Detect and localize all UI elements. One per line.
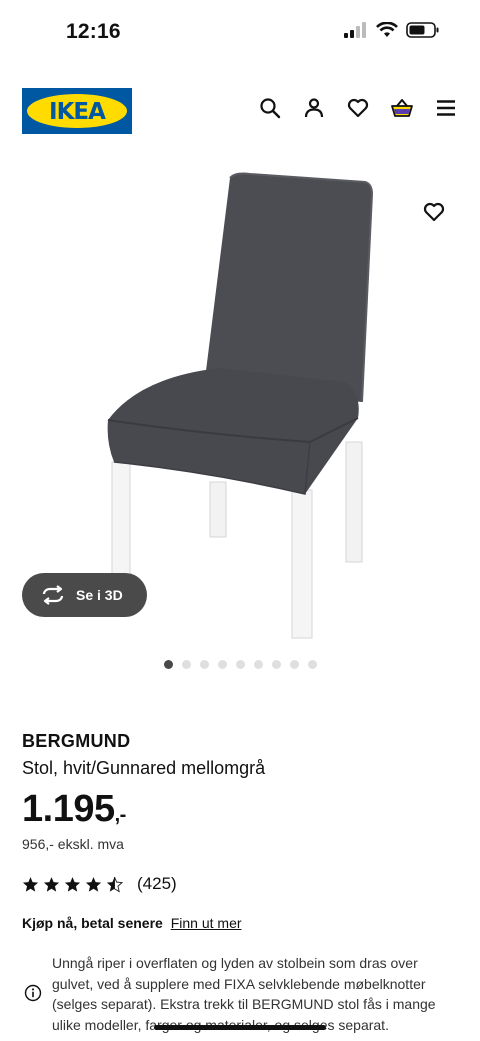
battery-icon bbox=[406, 22, 439, 38]
search-icon[interactable] bbox=[258, 96, 282, 120]
gallery-dot[interactable] bbox=[236, 660, 245, 669]
rating-count: (425) bbox=[137, 874, 177, 893]
status-bar: 12:16 bbox=[0, 0, 480, 64]
product-description: Stol, hvit/Gunnared mellomgrå bbox=[22, 758, 266, 778]
ikea-logo[interactable]: IKEA bbox=[22, 88, 132, 134]
view-in-3d-button[interactable]: Se i 3D bbox=[22, 573, 147, 617]
gallery-dot-active[interactable] bbox=[164, 660, 173, 669]
info-icon bbox=[24, 984, 42, 1002]
star-full-icon bbox=[22, 876, 39, 892]
product-rating[interactable]: (425) bbox=[22, 874, 177, 894]
price-suffix: ,- bbox=[114, 804, 127, 826]
view-in-3d-label: Se i 3D bbox=[76, 587, 123, 603]
star-full-icon bbox=[85, 876, 102, 892]
gallery-pagination bbox=[164, 660, 317, 669]
gallery-dot[interactable] bbox=[308, 660, 317, 669]
financing-label: Kjøp nå, betal senere bbox=[22, 915, 163, 931]
gallery-dot[interactable] bbox=[290, 660, 299, 669]
star-full-icon bbox=[64, 876, 81, 892]
cellular-signal-icon bbox=[344, 22, 366, 38]
status-icons bbox=[344, 22, 440, 38]
price-amount: 1.195 bbox=[22, 788, 115, 830]
site-header: IKEA bbox=[0, 86, 480, 136]
favorite-heart-icon[interactable] bbox=[422, 200, 446, 224]
home-indicator[interactable] bbox=[154, 1025, 326, 1030]
product-price: 1.195,- bbox=[22, 788, 126, 831]
logo-text: IKEA bbox=[49, 99, 106, 125]
financing-info: Kjøp nå, betal senere Finn ut mer bbox=[22, 915, 242, 931]
heart-icon[interactable] bbox=[346, 96, 370, 120]
product-name: BERGMUND bbox=[22, 731, 131, 751]
gallery-dot[interactable] bbox=[200, 660, 209, 669]
price-excl-vat: 956,- ekskl. mva bbox=[22, 836, 124, 852]
basket-icon[interactable] bbox=[390, 96, 414, 120]
financing-link[interactable]: Finn ut mer bbox=[171, 915, 242, 931]
star-full-icon bbox=[43, 876, 60, 892]
wifi-icon bbox=[376, 22, 398, 37]
gallery-dot[interactable] bbox=[182, 660, 191, 669]
gallery-dot[interactable] bbox=[272, 660, 281, 669]
product-notice: Unngå riper i overflaten og lyden av sto… bbox=[52, 955, 436, 1033]
menu-icon[interactable] bbox=[434, 96, 458, 120]
status-time: 12:16 bbox=[66, 20, 121, 43]
gallery-dot[interactable] bbox=[218, 660, 227, 669]
star-half-icon bbox=[106, 876, 123, 892]
rotate-3d-icon bbox=[42, 585, 64, 605]
user-icon[interactable] bbox=[302, 96, 326, 120]
gallery-dot[interactable] bbox=[254, 660, 263, 669]
header-actions bbox=[258, 96, 458, 120]
product-image-chair bbox=[107, 172, 374, 639]
